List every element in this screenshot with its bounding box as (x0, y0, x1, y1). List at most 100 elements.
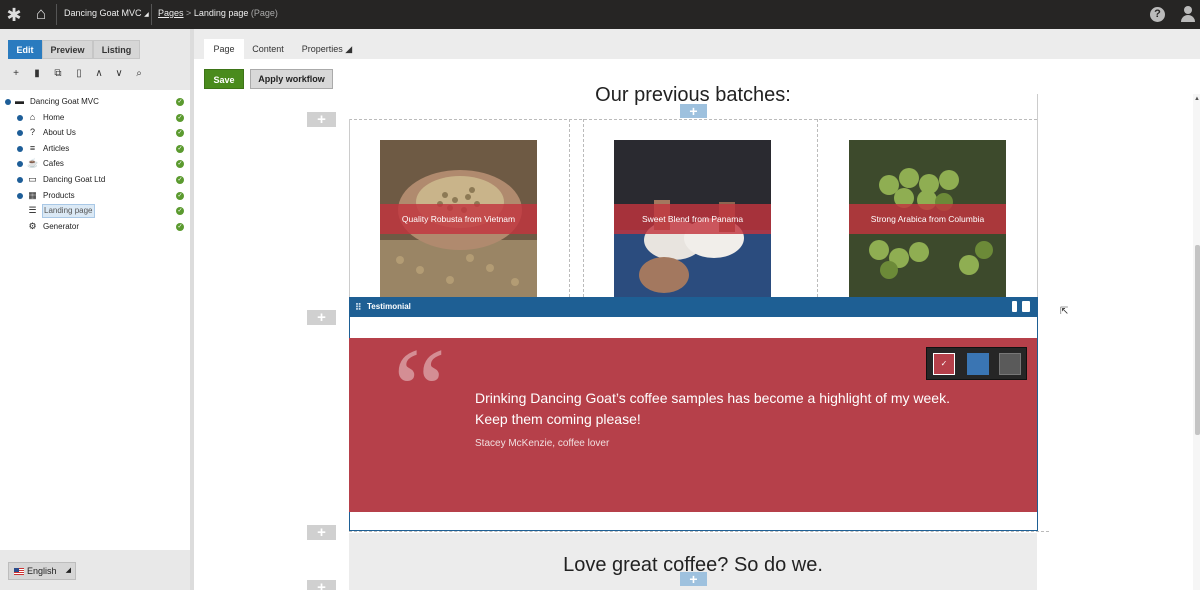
section-border (1037, 94, 1038, 297)
tree-item-label-selected: Landing page (42, 204, 95, 218)
help-icon[interactable]: ? (1150, 7, 1165, 22)
products-icon: ▦ (28, 190, 37, 200)
tree-item-label: Home (43, 113, 65, 122)
tree-item-label: Generator (43, 222, 80, 231)
site-selector[interactable]: Dancing Goat MVC ◢ (64, 8, 149, 18)
tree-item-home[interactable]: ⌂ Home ✓ (16, 111, 190, 125)
breadcrumb-pages-link[interactable]: Pages (158, 8, 184, 18)
testimonial-text-line[interactable]: Keep them coming please! (475, 411, 641, 427)
home-icon[interactable]: ⌂ (31, 4, 51, 24)
tree-item-landing-page[interactable]: ☰ Landing page ✓ (16, 204, 190, 218)
published-check-icon: ✓ (176, 223, 184, 231)
breadcrumb-separator: > (186, 8, 192, 18)
widget-properties-icon[interactable] (1012, 301, 1017, 312)
move-down-icon[interactable]: ∨ (113, 67, 125, 81)
language-label: English (27, 566, 57, 576)
breadcrumb: Pages > Landing page (Page) (158, 8, 278, 18)
batch-card[interactable]: Strong Arabica from Columbia (849, 140, 1006, 298)
testimonial-author[interactable]: Stacey McKenzie, coffee lover (475, 438, 609, 449)
search-icon[interactable]: ⌕ (133, 67, 145, 81)
caret-icon: ◢ (144, 12, 149, 18)
save-button[interactable]: Save (204, 69, 244, 89)
expand-toggle[interactable] (17, 130, 23, 136)
published-check-icon: ✓ (176, 145, 184, 153)
tab-properties[interactable]: Properties ◢ (300, 39, 354, 59)
home-icon: ⌂ (29, 112, 36, 122)
quote-mark-icon: “ (393, 323, 447, 456)
site-name: Dancing Goat MVC (64, 8, 142, 18)
section-divider (349, 531, 1049, 532)
collapse-toggle[interactable] (5, 99, 11, 105)
testimonial-text-line[interactable]: Drinking Dancing Goat’s coffee samples h… (475, 390, 950, 406)
content-tree: ▬ Dancing Goat MVC ✓ ⌂ Home ✓ ? About Us… (0, 90, 190, 550)
divider (151, 4, 152, 25)
section-divider (349, 119, 1037, 120)
top-bar: ✱ ⌂ Dancing Goat MVC ◢ Pages > Landing p… (0, 0, 1200, 29)
color-swatch-gray[interactable] (999, 353, 1021, 375)
add-section-button[interactable]: + (307, 112, 336, 127)
batch-card[interactable]: Quality Robusta from Vietnam (380, 140, 537, 298)
published-check-icon: ✓ (176, 160, 184, 168)
move-up-icon[interactable]: ∧ (93, 67, 105, 81)
tree-item-cafes[interactable]: ☕ Cafes ✓ (16, 157, 190, 171)
tree-root-label: Dancing Goat MVC (30, 97, 99, 106)
expand-toggle[interactable] (17, 115, 23, 121)
divider (56, 4, 57, 25)
kentico-logo-icon[interactable]: ✱ (4, 5, 24, 25)
tab-edit[interactable]: Edit (8, 40, 42, 59)
widget-header[interactable]: ⠿ Testimonial (349, 297, 1038, 317)
add-section-button[interactable]: + (307, 580, 336, 590)
add-widget-button[interactable]: + (680, 572, 707, 586)
zone-divider (817, 119, 818, 297)
apply-workflow-button[interactable]: Apply workflow (250, 69, 333, 89)
tree-item-articles[interactable]: ≡ Articles ✓ (16, 142, 190, 156)
batch-caption: Quality Robusta from Vietnam (380, 204, 537, 234)
color-scheme-picker: ✓ (926, 347, 1027, 380)
site-icon: ▬ (15, 96, 24, 106)
selected-check-icon: ✓ (940, 359, 948, 368)
language-selector[interactable]: English ◢ (8, 562, 76, 580)
add-section-button[interactable]: + (307, 525, 336, 540)
expand-toggle[interactable] (17, 177, 23, 183)
drag-handle-icon[interactable]: ⠿ (355, 297, 362, 317)
expand-toggle[interactable] (17, 193, 23, 199)
tree-root[interactable]: ▬ Dancing Goat MVC ✓ (4, 95, 190, 109)
tab-listing[interactable]: Listing (93, 40, 140, 59)
batch-caption: Strong Arabica from Columbia (849, 204, 1006, 234)
tree-item-about-us[interactable]: ? About Us ✓ (16, 126, 190, 140)
user-icon[interactable] (1180, 6, 1196, 22)
tab-preview[interactable]: Preview (42, 40, 93, 59)
add-section-button[interactable]: + (307, 310, 336, 325)
color-swatch-blue[interactable] (967, 353, 989, 375)
tab-content[interactable]: Content (248, 39, 288, 59)
list-icon: ≡ (29, 143, 36, 153)
tree-item-label: Cafes (43, 159, 64, 168)
move-icon[interactable]: ▯ (73, 67, 85, 81)
cup-icon: ☕ (27, 158, 39, 168)
expand-toggle[interactable] (17, 161, 23, 167)
published-check-icon: ✓ (176, 98, 184, 106)
copy-icon[interactable]: ⧉ (52, 67, 64, 81)
tree-item-label: Articles (43, 144, 70, 153)
scroll-up-icon[interactable]: ▲ (1194, 96, 1200, 102)
batch-card[interactable]: Sweet Blend from Panama (614, 140, 771, 298)
tree-item-generator[interactable]: ⚙ Generator ✓ (16, 220, 190, 234)
section-border (349, 119, 350, 297)
add-widget-button[interactable]: + (680, 104, 707, 118)
tree-item-dancing-goat-ltd[interactable]: ▭ Dancing Goat Ltd ✓ (16, 173, 190, 187)
page-icon: ☰ (28, 205, 37, 215)
delete-icon[interactable]: ▮ (31, 67, 43, 81)
tab-page[interactable]: Page (204, 39, 244, 59)
color-swatch-red[interactable]: ✓ (933, 353, 955, 375)
widget-delete-icon[interactable] (1022, 301, 1030, 312)
tree-item-products[interactable]: ▦ Products ✓ (16, 189, 190, 203)
generator-icon: ⚙ (28, 221, 37, 231)
add-icon[interactable]: + (10, 67, 22, 81)
expand-toggle[interactable] (17, 146, 23, 152)
scrollbar-thumb[interactable] (1195, 245, 1200, 435)
breadcrumb-current: Landing page (193, 8, 249, 18)
question-icon: ? (29, 127, 35, 137)
contact-card-icon: ▭ (28, 174, 37, 184)
mouse-cursor-icon: ⇱ (1060, 306, 1069, 317)
tree-item-label: Products (43, 191, 75, 200)
